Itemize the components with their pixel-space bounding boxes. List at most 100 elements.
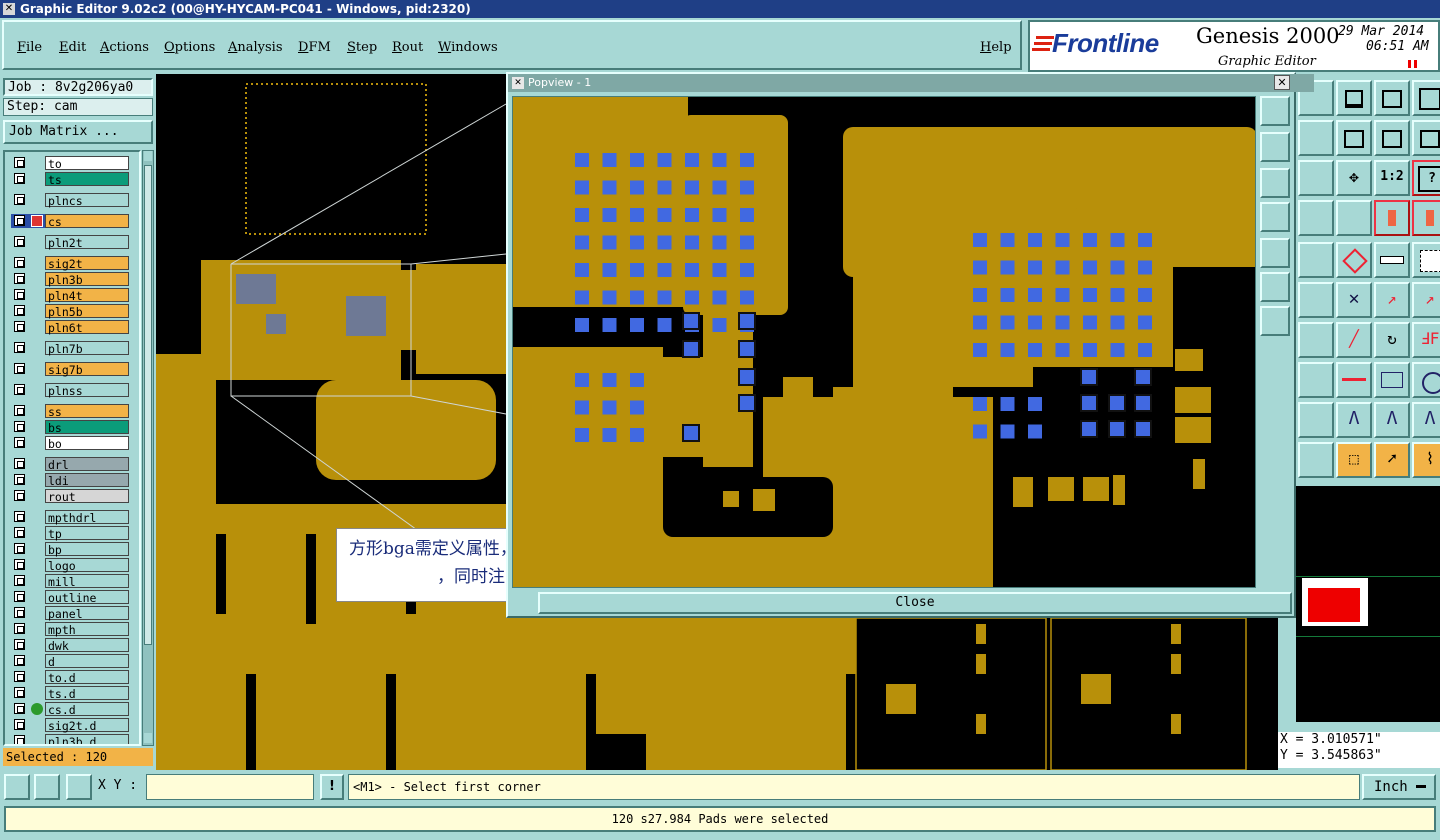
layer-name[interactable]: pln7b xyxy=(45,341,129,356)
tool-icon[interactable] xyxy=(1298,160,1334,196)
layer-checkbox[interactable] xyxy=(14,437,25,448)
layer-row-pln5b[interactable]: pln5b xyxy=(11,304,129,319)
layer-checkbox[interactable] xyxy=(14,735,25,744)
layer-checkbox[interactable] xyxy=(14,342,25,353)
menu-help[interactable]: Help xyxy=(980,40,1012,55)
layer-checkbox[interactable] xyxy=(14,305,25,316)
menu-windows[interactable]: Windows xyxy=(438,40,498,55)
layer-checkbox[interactable] xyxy=(14,655,25,666)
layer-row-mpth[interactable]: mpth xyxy=(11,622,129,637)
layers-icon[interactable] xyxy=(1374,200,1410,236)
layer-checkbox[interactable] xyxy=(14,623,25,634)
group-icon[interactable] xyxy=(1412,362,1440,398)
move-icon[interactable]: ↗ xyxy=(1374,282,1410,318)
popview-canvas[interactable] xyxy=(512,96,1256,588)
tool-icon[interactable] xyxy=(1336,80,1372,116)
tool-icon[interactable] xyxy=(1298,362,1334,398)
color-swatch[interactable] xyxy=(1308,588,1360,622)
copy-icon[interactable]: ↗ xyxy=(1412,282,1440,318)
help-icon[interactable]: ? xyxy=(1412,160,1440,196)
alert-icon[interactable]: ! xyxy=(320,774,344,800)
layer-checkbox[interactable] xyxy=(14,215,25,226)
layer-checkbox[interactable] xyxy=(14,458,25,469)
layer-row-bs[interactable]: bs xyxy=(11,420,129,435)
layer-row-sig7b[interactable]: sig7b xyxy=(11,362,129,377)
layer-row-pln3b-d[interactable]: pln3b.d xyxy=(11,734,129,744)
units-dropdown[interactable]: Inch xyxy=(1362,774,1436,800)
layer-checkbox[interactable] xyxy=(14,575,25,586)
layer-row-sig2t-d[interactable]: sig2t.d xyxy=(11,718,129,733)
layer-row-logo[interactable]: logo xyxy=(11,558,129,573)
layer-name[interactable]: bs xyxy=(45,420,129,435)
layer-name[interactable]: plncs xyxy=(45,193,129,208)
layer-name[interactable]: bp xyxy=(45,542,129,557)
layer-name[interactable]: pln4t xyxy=(45,288,129,303)
pan-icon[interactable]: ✥ xyxy=(1336,160,1372,196)
scale-icon[interactable] xyxy=(1374,362,1410,398)
layer-checkbox[interactable] xyxy=(14,363,25,374)
layer-name[interactable]: rout xyxy=(45,489,129,504)
tool-icon[interactable] xyxy=(1298,402,1334,438)
layer-row-to-d[interactable]: to.d xyxy=(11,670,129,685)
menu-options[interactable]: Options xyxy=(164,40,215,55)
layer-name[interactable]: pln3b.d xyxy=(45,734,129,744)
layer-row-outline[interactable]: outline xyxy=(11,590,129,605)
layer-name[interactable]: sig7b xyxy=(45,362,129,377)
layer-checkbox[interactable] xyxy=(14,157,25,168)
menu-step[interactable]: Step xyxy=(347,40,377,55)
layer-checkbox[interactable] xyxy=(14,559,25,570)
layer-checkbox[interactable] xyxy=(14,543,25,554)
window-icon[interactable]: ✕ xyxy=(3,3,15,15)
popview-print-icon[interactable] xyxy=(1260,132,1290,162)
popview-export-icon[interactable] xyxy=(1260,238,1290,268)
zoom-1-2-icon[interactable]: 1:2 xyxy=(1374,160,1410,196)
layer-row-cs[interactable]: cs xyxy=(11,214,129,229)
zoom-area-icon[interactable] xyxy=(4,774,30,800)
scroll-up-icon[interactable] xyxy=(144,151,152,161)
popview-zoom-icon[interactable] xyxy=(1260,96,1290,126)
layer-row-dwk[interactable]: dwk xyxy=(11,638,129,653)
layer-row-tp[interactable]: tp xyxy=(11,526,129,541)
menu-file[interactable]: File xyxy=(17,40,42,55)
layer-name[interactable]: cs.d xyxy=(45,702,129,717)
layer-name[interactable]: panel xyxy=(45,606,129,621)
rotate-icon[interactable]: ↻ xyxy=(1374,322,1410,358)
popview-close-icon[interactable]: ✕ xyxy=(1274,75,1290,90)
menu-edit[interactable]: Edit xyxy=(59,40,86,55)
layer-row-ts-d[interactable]: ts.d xyxy=(11,686,129,701)
layer-list-scrollbar[interactable] xyxy=(142,150,154,746)
layer-row-ldi[interactable]: ldi xyxy=(11,473,129,488)
layer-row-mpthdrl[interactable]: mpthdrl xyxy=(11,510,129,525)
tool-icon[interactable] xyxy=(1298,442,1334,478)
layer-checkbox[interactable] xyxy=(14,321,25,332)
layer-checkbox[interactable] xyxy=(14,273,25,284)
layer-row-cs-d[interactable]: cs.d xyxy=(11,702,129,717)
layer-name[interactable]: dwk xyxy=(45,638,129,653)
layer-row-pln6t[interactable]: pln6t xyxy=(11,320,129,335)
layer-name[interactable]: drl xyxy=(45,457,129,472)
layer-name[interactable]: outline xyxy=(45,590,129,605)
layer-checkbox[interactable] xyxy=(14,490,25,501)
select-icon[interactable]: ⬚ xyxy=(1336,442,1372,478)
layer-row-plnss[interactable]: plnss xyxy=(11,383,129,398)
layer-name[interactable]: pln5b xyxy=(45,304,129,319)
layer-row-mill[interactable]: mill xyxy=(11,574,129,589)
layer-row-pln3b[interactable]: pln3b xyxy=(11,272,129,287)
layer-checkbox[interactable] xyxy=(14,671,25,682)
layer-row-bp[interactable]: bp xyxy=(11,542,129,557)
layer-name[interactable]: tp xyxy=(45,526,129,541)
grid-icon[interactable] xyxy=(1336,200,1372,236)
layer-checkbox[interactable] xyxy=(14,173,25,184)
scroll-thumb[interactable] xyxy=(144,165,152,645)
layer-checkbox[interactable] xyxy=(14,194,25,205)
job-matrix-button[interactable]: Job Matrix ... xyxy=(3,120,153,144)
layer-checkbox[interactable] xyxy=(14,527,25,538)
scroll-down-icon[interactable] xyxy=(144,733,152,743)
layer-checkbox[interactable] xyxy=(14,703,25,714)
arc-ccw-icon[interactable]: Λ xyxy=(1374,402,1410,438)
layer-row-sig2t[interactable]: sig2t xyxy=(11,256,129,271)
tool-icon[interactable] xyxy=(1298,200,1334,236)
arc-cw-icon[interactable]: Λ xyxy=(1412,402,1440,438)
layer-name[interactable]: ts.d xyxy=(45,686,129,701)
layer-row-panel[interactable]: panel xyxy=(11,606,129,621)
